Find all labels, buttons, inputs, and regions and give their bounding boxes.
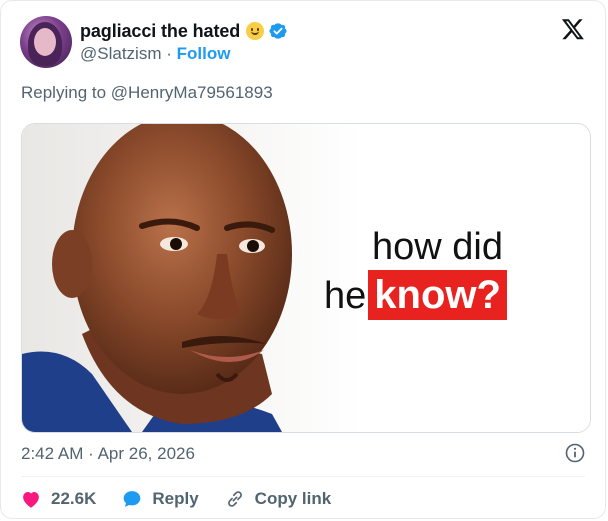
like-count: 22.6K [51,489,97,508]
handle-separator: · [166,44,172,63]
copy-link-label: Copy link [254,489,332,508]
heart-icon [23,491,39,508]
user-info: pagliacci the hated @Slatzism · Follow [80,20,288,64]
avatar[interactable] [20,16,72,68]
tweet-date: Apr 26, 2026 [97,444,195,463]
reply-mention[interactable]: @HenryMa79561893 [111,83,273,102]
meme-highlight: know? [368,270,507,320]
info-icon[interactable] [565,443,585,463]
tweet-media[interactable]: how did he know? [21,123,591,433]
smiley-emoji-icon [246,22,265,40]
tweet-header: pagliacci the hated @Slatzism · Follow [20,16,288,68]
handle-row: @Slatzism · Follow [80,44,288,64]
handle[interactable]: @Slatzism [80,44,162,63]
divider [21,476,585,477]
display-name[interactable]: pagliacci the hated [80,21,240,42]
verified-badge-icon [269,23,287,39]
reply-prefix: Replying to [21,83,107,102]
avatar-face [34,28,56,56]
meme-line2-prefix: he [324,275,367,317]
reply-bubble-icon [124,491,141,507]
tweet-timestamp[interactable]: 2:42 AM · Apr 26, 2026 [21,444,195,464]
like-button[interactable]: 22.6K [21,489,96,509]
tweet-time: 2:42 AM [21,444,84,463]
reply-context: Replying to @HenryMa79561893 [21,83,273,103]
copy-link-button[interactable]: Copy link [225,489,332,509]
action-bar: 22.6K Reply Copy link [21,487,357,511]
name-row: pagliacci the hated [80,20,288,42]
timestamp-separator: · [88,444,94,463]
meme-caption: how did he know? [324,224,507,320]
x-logo-icon[interactable] [561,17,585,41]
meme-line1: how did [372,226,503,268]
reply-label: Reply [152,489,199,508]
meme-line2: he know? [324,270,507,320]
link-icon [227,491,242,507]
tweet-card: pagliacci the hated @Slatzism · Follow R… [0,0,606,519]
reply-button[interactable]: Reply [122,489,199,509]
follow-button[interactable]: Follow [177,44,231,63]
